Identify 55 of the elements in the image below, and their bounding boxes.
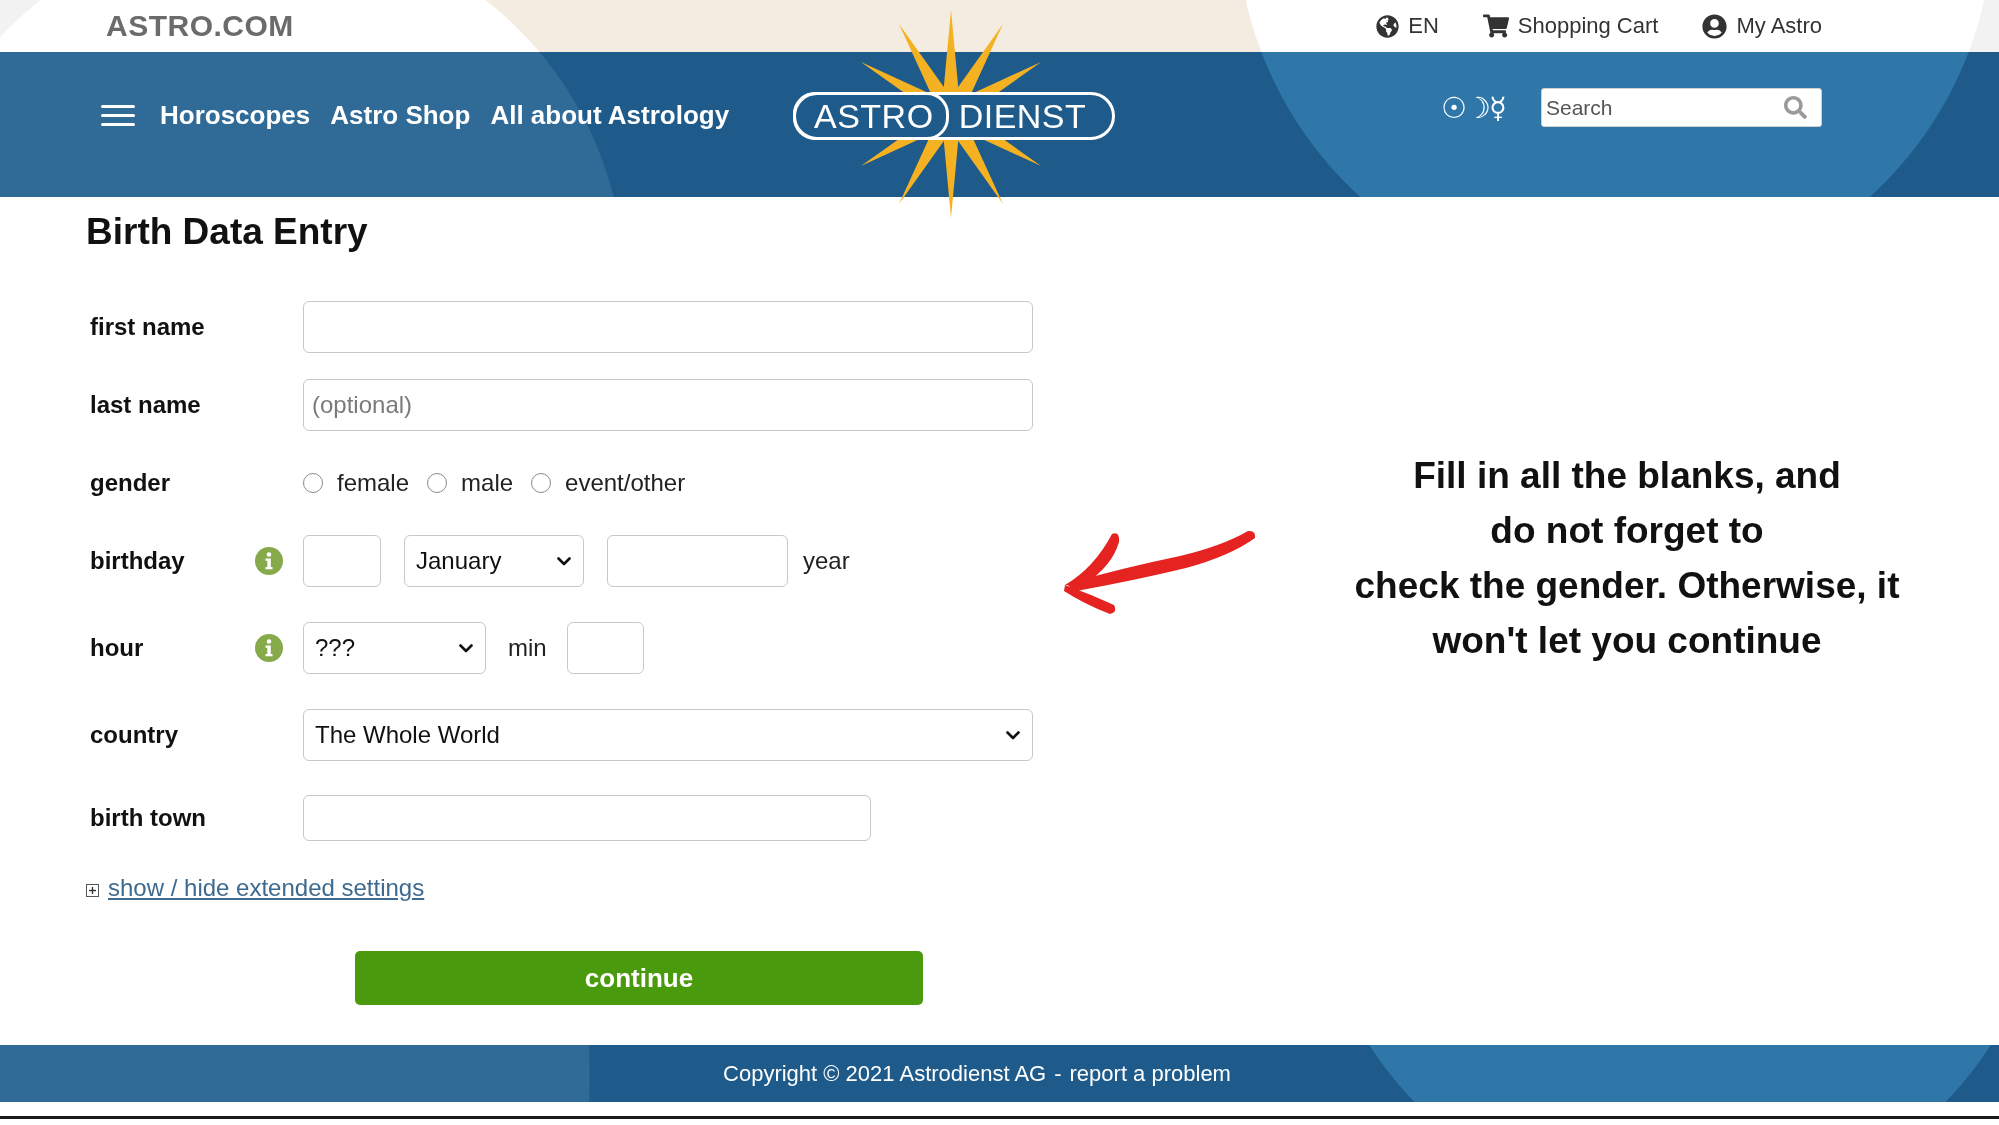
- text-field[interactable]: [303, 301, 1033, 353]
- separator-text: -: [1054, 1060, 1062, 1087]
- chevron-down-icon: [557, 556, 571, 566]
- chevron-down-icon: [459, 643, 473, 653]
- account-link[interactable]: My Astro: [1702, 13, 1822, 39]
- field-label: gender: [89, 469, 171, 497]
- hour-select[interactable]: ???: [303, 622, 486, 674]
- globe-icon: [1376, 14, 1400, 38]
- settings-toggle-link[interactable]: show / hide extended settings: [108, 874, 425, 902]
- continue-button[interactable]: continue: [355, 951, 923, 1005]
- minute-field[interactable]: [566, 622, 644, 674]
- report-problem-link[interactable]: report a problem: [1069, 1060, 1231, 1087]
- instruction-text: Fill in all the blanks, and do not forget to check the gender. Otherwise, it won't let you continue: [1353, 454, 1901, 663]
- radio-label[interactable]: female: [337, 469, 410, 497]
- logo-word: ASTRO: [793, 92, 949, 140]
- field-label: birthday: [89, 547, 186, 575]
- field-label: last name: [89, 391, 202, 419]
- radio-label[interactable]: event/other: [565, 469, 686, 497]
- search-field[interactable]: Search: [1541, 88, 1822, 127]
- shopping-cart-link[interactable]: Shopping Cart: [1482, 13, 1659, 39]
- month-select[interactable]: January: [404, 535, 584, 587]
- info-icon[interactable]: [255, 547, 283, 575]
- radio-label[interactable]: male: [461, 469, 514, 497]
- nav-link[interactable]: Astro Shop: [330, 99, 471, 131]
- field-label: first name: [89, 313, 206, 341]
- curved-arrow-icon: [1062, 528, 1258, 616]
- field-label: country: [89, 721, 179, 749]
- text-field[interactable]: (optional): [303, 379, 1033, 431]
- site-name: ASTRO.COM: [106, 9, 294, 43]
- text-field[interactable]: [303, 795, 871, 841]
- copyright-text: Copyright © 2021 Astrodienst AG: [723, 1060, 1047, 1087]
- search-icon[interactable]: [1784, 96, 1807, 119]
- unit-label: min: [508, 634, 547, 662]
- radio-button[interactable]: [531, 473, 552, 493]
- menu-icon[interactable]: [101, 104, 135, 126]
- country-select[interactable]: The Whole World: [303, 709, 1033, 761]
- user-icon: [1702, 13, 1728, 39]
- info-icon[interactable]: [255, 634, 283, 662]
- astro-symbols-link[interactable]: ☉☽☿: [1441, 90, 1505, 125]
- nav-link[interactable]: All about Astrology: [490, 99, 730, 131]
- unit-label: year: [803, 547, 850, 575]
- logo-word: DIENST: [957, 95, 1087, 137]
- chevron-down-icon: [1006, 730, 1020, 740]
- plus-box-icon[interactable]: [86, 883, 99, 897]
- radio-button[interactable]: [303, 473, 323, 493]
- nav-link[interactable]: Horoscopes: [160, 99, 311, 131]
- year-field[interactable]: [607, 535, 788, 587]
- field-label: birth town: [89, 804, 207, 832]
- field-label: hour: [89, 634, 145, 662]
- cart-icon: [1482, 13, 1509, 39]
- page-title: Birth Data Entry: [86, 210, 368, 254]
- day-field[interactable]: [303, 535, 381, 587]
- logo[interactable]: ASTRO DIENST: [793, 92, 1115, 140]
- language-link[interactable]: EN: [1376, 13, 1439, 39]
- radio-button[interactable]: [427, 473, 448, 493]
